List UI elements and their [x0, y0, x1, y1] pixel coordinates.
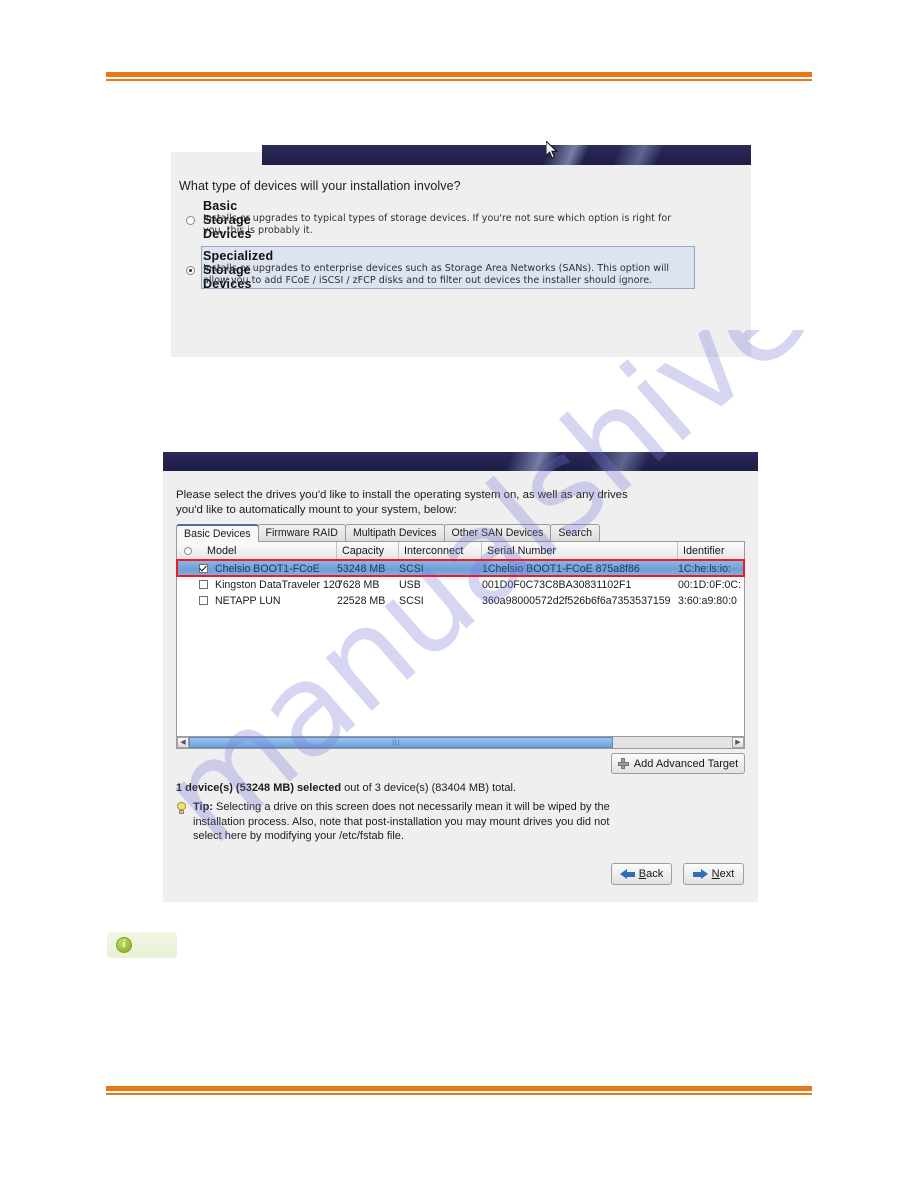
tab-firmware-raid[interactable]: Firmware RAID [257, 524, 346, 541]
selection-status: 1 device(s) (53248 MB) selected out of 3… [176, 782, 516, 794]
selection-status-rest: out of 3 device(s) (83404 MB) total. [341, 782, 516, 794]
column-header-serial-number[interactable]: Serial Number [482, 542, 678, 560]
tip-text: Selecting a drive on this screen does no… [193, 801, 610, 842]
dialog-title-bar [262, 145, 751, 165]
device-table-header: Model Capacity Interconnect Serial Numbe… [177, 542, 744, 561]
page-footer-rule [106, 1086, 812, 1095]
info-note-badge: i [107, 932, 177, 958]
row-checkbox-netapp[interactable] [199, 596, 208, 605]
add-advanced-target-label: Add Advanced Target [633, 757, 739, 770]
back-button-label: Back [638, 868, 664, 880]
scroll-left-arrow-icon[interactable]: ◀ [177, 737, 189, 748]
column-header-interconnect[interactable]: Interconnect [399, 542, 482, 560]
column-header-capacity[interactable]: Capacity [337, 542, 399, 560]
scrollbar-thumb[interactable]: ||| [189, 737, 613, 748]
tab-other-san-devices[interactable]: Other SAN Devices [443, 524, 552, 541]
drive-dialog-title-bar [163, 452, 758, 471]
device-table: Model Capacity Interconnect Serial Numbe… [176, 541, 745, 737]
row-checkbox-kingston[interactable] [199, 580, 208, 589]
cell-identifier: 1C:he:ls:io: [678, 563, 731, 575]
lightbulb-icon [176, 802, 187, 814]
select-all-checkbox[interactable] [184, 547, 192, 555]
header-rule-thick [106, 72, 812, 77]
cell-interconnect: SCSI [399, 595, 424, 607]
tip-block: Tip: Selecting a drive on this screen do… [176, 800, 631, 844]
cell-identifier: 00:1D:0F:0C: [678, 579, 742, 591]
plus-icon [617, 758, 629, 769]
cell-serial: 1Chelsio BOOT1-FCoE 875a8f86 [482, 563, 640, 575]
add-advanced-target-button[interactable]: Add Advanced Target [611, 753, 745, 774]
cell-interconnect: SCSI [399, 563, 424, 575]
cell-model: NETAPP LUN [215, 595, 281, 607]
cell-capacity: 53248 MB [337, 563, 386, 575]
radio-specialized-storage[interactable] [186, 266, 195, 275]
tip-label: Tip: [193, 801, 213, 813]
info-icon-glyph: i [122, 939, 126, 950]
mouse-cursor-icon [546, 141, 558, 159]
option-specialized-description: Installs or upgrades to enterprise devic… [203, 263, 670, 286]
back-button[interactable]: Back [611, 863, 672, 885]
drive-selection-prompt: Please select the drives you'd like to i… [176, 489, 628, 516]
column-header-model[interactable]: Model [202, 542, 337, 560]
footer-rule-thin [106, 1093, 812, 1095]
cell-serial: 001D0F0C73C8BA30831102F1 [482, 579, 632, 591]
tab-basic-devices[interactable]: Basic Devices [176, 524, 259, 542]
radio-basic-storage[interactable] [186, 216, 195, 225]
device-category-tabs: Basic Devices Firmware RAID Multipath De… [176, 524, 600, 542]
cell-model: Chelsio BOOT1-FCoE [215, 563, 320, 575]
scrollbar-track[interactable]: ||| [189, 737, 732, 748]
cell-capacity: 22528 MB [337, 595, 386, 607]
cell-identifier: 3:60:a9:80:0 [678, 595, 737, 607]
next-button[interactable]: Next [683, 863, 744, 885]
page-header-rule [106, 72, 812, 81]
storage-type-question: What type of devices will your installat… [179, 179, 461, 193]
storage-type-dialog: What type of devices will your installat… [171, 145, 751, 357]
row-checkbox-chelsio[interactable] [199, 564, 208, 573]
tip-text-wrapper: Tip: Selecting a drive on this screen do… [176, 800, 631, 844]
drive-selection-dialog: Please select the drives you'd like to i… [163, 452, 758, 902]
table-row[interactable]: Chelsio BOOT1-FCoE 53248 MB SCSI 1Chelsi… [177, 561, 744, 577]
cell-interconnect: USB [399, 579, 421, 591]
selection-status-bold: 1 device(s) (53248 MB) selected [176, 782, 342, 794]
arrow-right-icon [692, 868, 708, 880]
next-button-label: Next [711, 868, 735, 880]
arrow-left-icon [619, 868, 635, 880]
scroll-right-arrow-icon[interactable]: ▶ [732, 737, 744, 748]
table-row[interactable]: Kingston DataTraveler 120 7628 MB USB 00… [177, 577, 744, 593]
option-basic-description: Installs or upgrades to typical types of… [203, 213, 672, 236]
cell-capacity: 7628 MB [337, 579, 380, 591]
table-row[interactable]: NETAPP LUN 22528 MB SCSI 360a98000572d2f… [177, 593, 744, 609]
cell-model: Kingston DataTraveler 120 [215, 579, 341, 591]
cell-serial: 360a98000572d2f526b6f6a7353537159 [482, 595, 671, 607]
header-rule-thin [106, 79, 812, 81]
scrollbar-grip-icon: ||| [392, 740, 401, 746]
footer-rule-thick [106, 1086, 812, 1091]
info-icon: i [116, 937, 132, 953]
tab-multipath-devices[interactable]: Multipath Devices [344, 524, 445, 541]
table-horizontal-scrollbar[interactable]: ◀ ||| ▶ [176, 736, 745, 749]
tab-search[interactable]: Search [550, 524, 600, 541]
column-header-identifier[interactable]: Identifier [678, 542, 744, 560]
